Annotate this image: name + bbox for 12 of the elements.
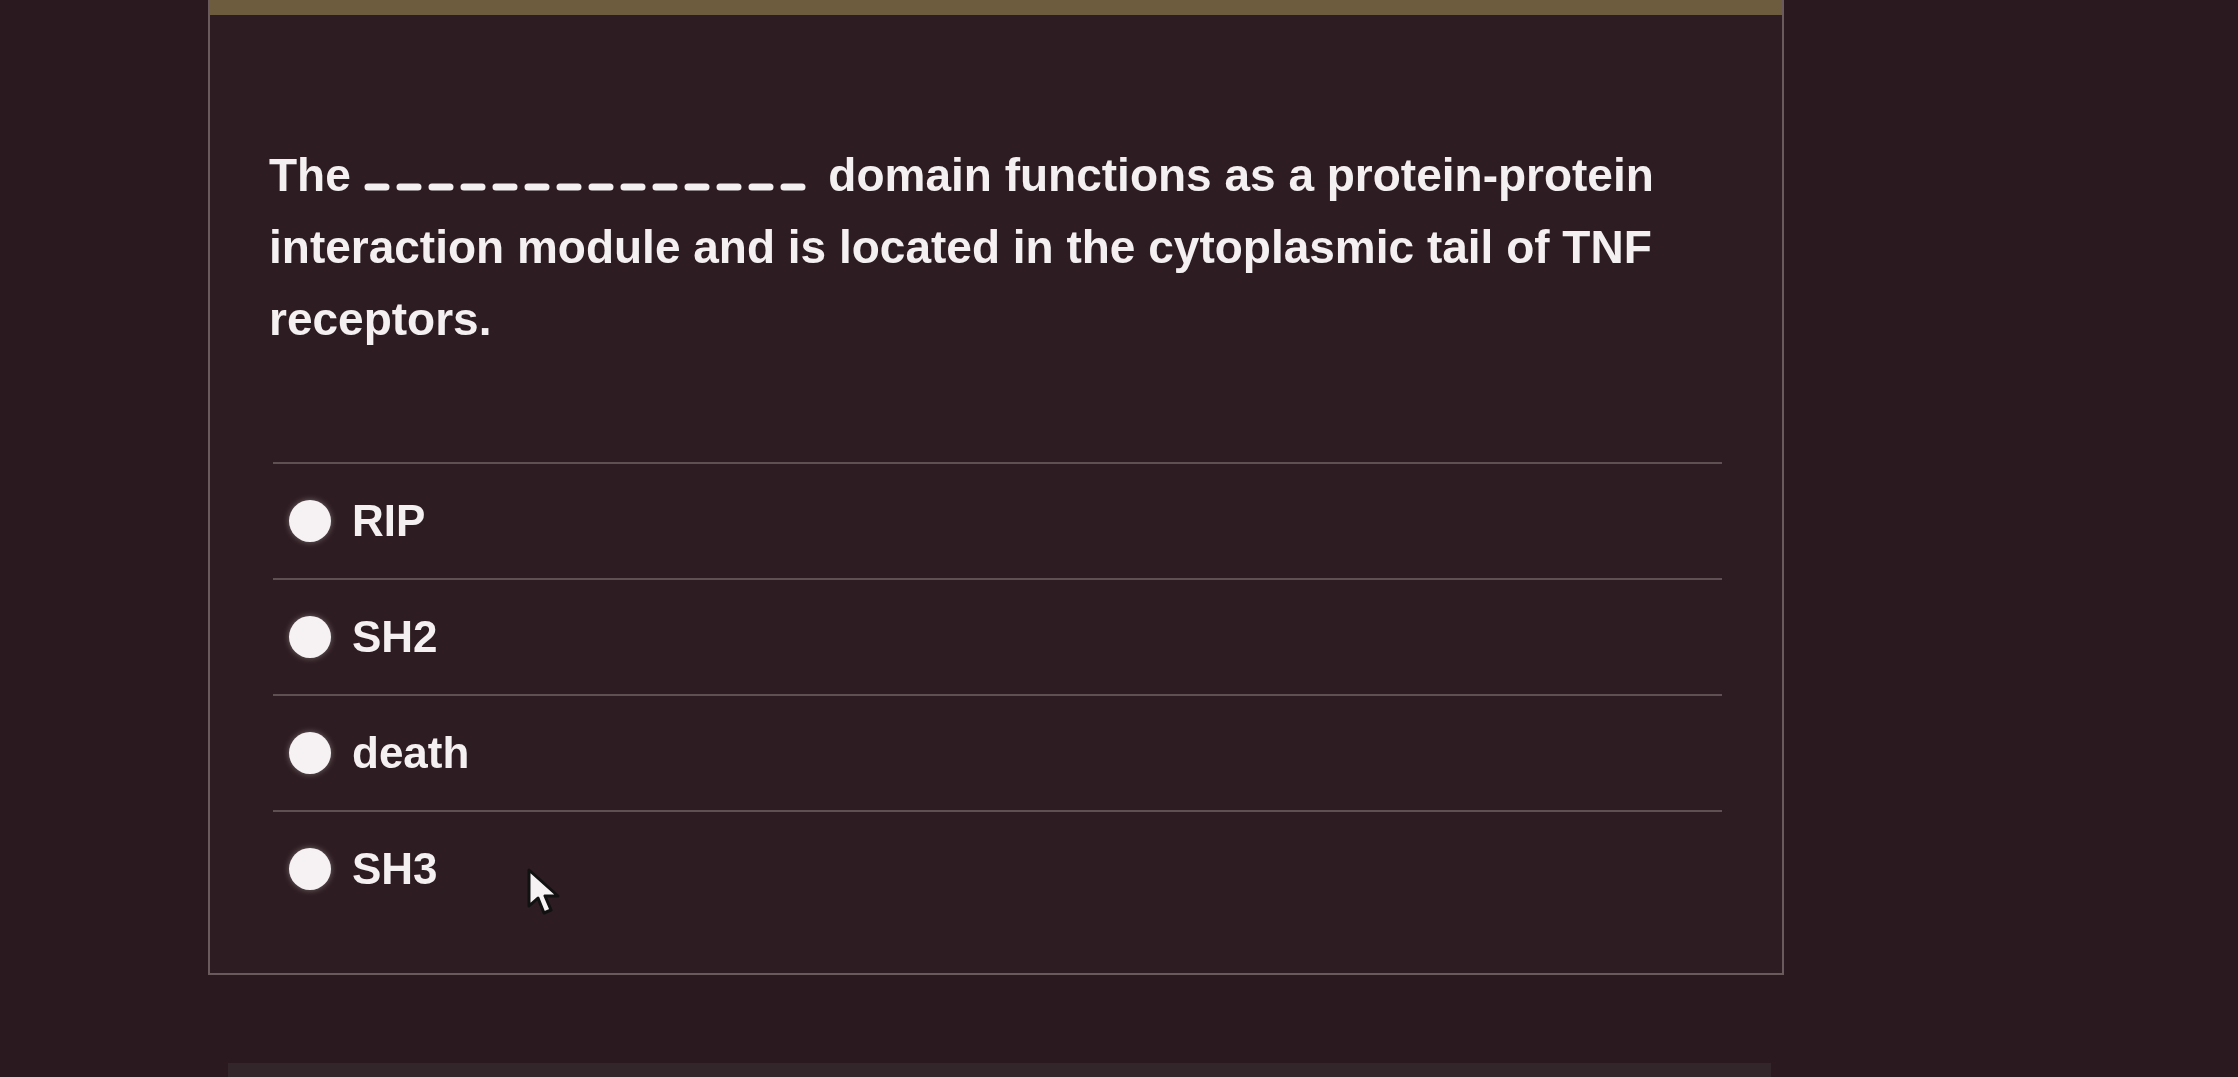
option-label[interactable]: death	[352, 727, 470, 779]
radio-button[interactable]	[289, 848, 331, 890]
radio-button[interactable]	[289, 732, 331, 774]
question-text: The	[269, 149, 351, 201]
option-label[interactable]: SH3	[352, 843, 438, 895]
option-label[interactable]: SH2	[352, 611, 438, 663]
mouse-pointer-icon	[527, 868, 561, 916]
radio-button[interactable]	[289, 500, 331, 542]
option-label[interactable]: RIP	[352, 495, 426, 547]
question-text: interaction module and is located in the cytoplasmic tail of TNF receptors.	[269, 220, 1653, 347]
radio-button[interactable]	[289, 616, 331, 658]
question-text: domain functions as a protein-protein	[828, 149, 1654, 201]
